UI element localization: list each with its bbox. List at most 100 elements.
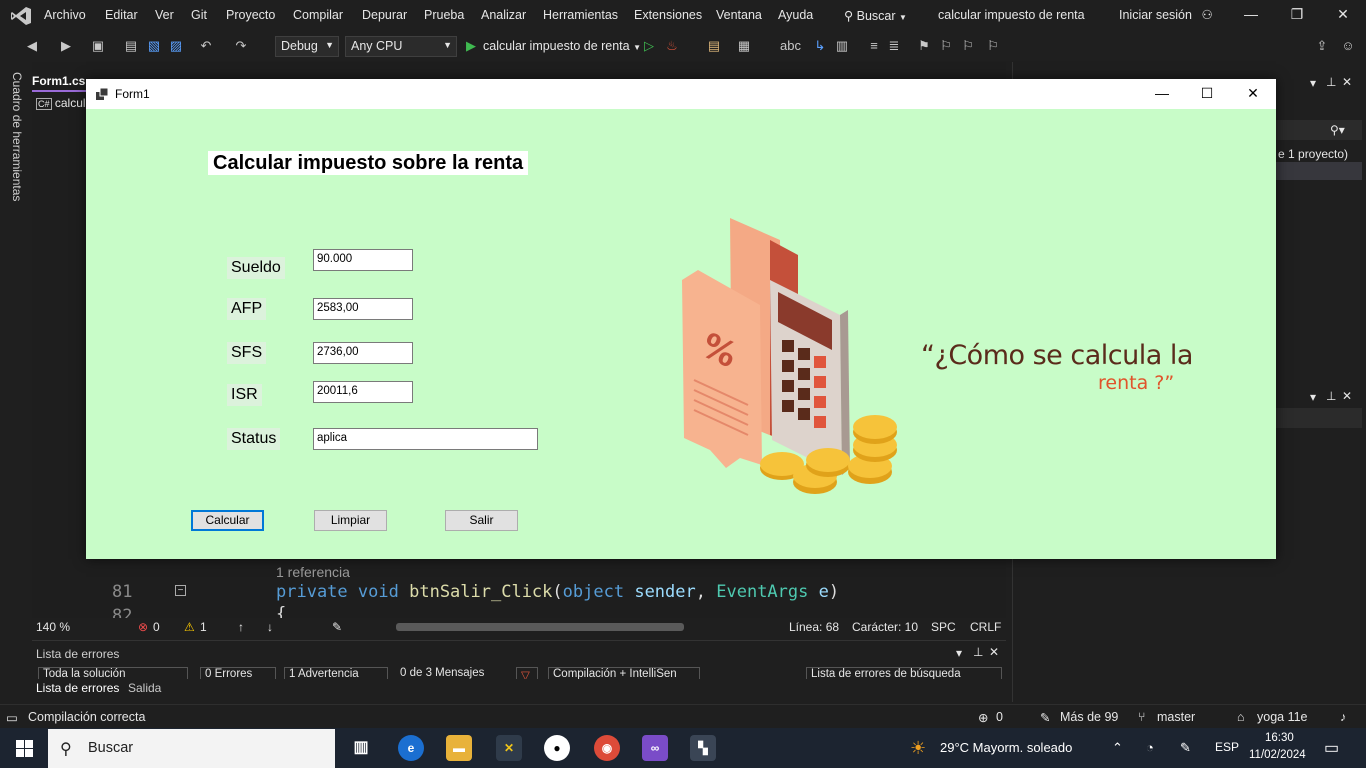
notifications-icon[interactable]: ▭ bbox=[1324, 738, 1339, 758]
start-debug-icon[interactable]: ▶ bbox=[463, 38, 479, 54]
char-indicator[interactable]: Carácter: 10 bbox=[852, 620, 918, 634]
visual-studio-icon[interactable]: ∞ bbox=[642, 735, 668, 761]
collapse-toggle[interactable]: − bbox=[175, 585, 186, 596]
menu-extensiones[interactable]: Extensiones bbox=[634, 8, 702, 22]
chrome-icon[interactable]: ◉ bbox=[594, 735, 620, 761]
save-icon[interactable]: ▧ bbox=[146, 38, 162, 54]
more-changes[interactable]: Más de 99 bbox=[1060, 710, 1118, 724]
pen-icon[interactable]: ✎ bbox=[1180, 740, 1191, 756]
file-explorer-icon[interactable]: ▬ bbox=[446, 735, 472, 761]
close-icon[interactable]: ✕ bbox=[1243, 83, 1263, 103]
menu-analizar[interactable]: Analizar bbox=[481, 8, 526, 22]
codelens-references[interactable]: 1 referencia bbox=[276, 564, 350, 580]
changes-icon[interactable]: ⊕ bbox=[978, 710, 988, 725]
properties-dropdown[interactable] bbox=[1276, 408, 1362, 428]
notification-bell-icon[interactable]: ♪ bbox=[1340, 710, 1346, 724]
config-dropdown[interactable]: Debug ▼ bbox=[275, 36, 339, 57]
warning-icon[interactable]: ⚠ bbox=[184, 620, 195, 634]
spellcheck-icon[interactable]: abc bbox=[780, 38, 801, 54]
clipboard-icon[interactable]: ▥ bbox=[834, 38, 850, 54]
error-search-input[interactable]: Lista de errores de búsqueda bbox=[806, 667, 1002, 679]
clock-date[interactable]: 11/02/2024 bbox=[1249, 749, 1306, 761]
solution-node[interactable]: e 1 proyecto) bbox=[1278, 147, 1348, 161]
menu-prueba[interactable]: Prueba bbox=[424, 8, 464, 22]
errors-filter-button[interactable]: 0 Errores bbox=[200, 667, 276, 679]
build-filter-dropdown[interactable]: Compilación + IntelliSen bbox=[548, 667, 700, 679]
menu-ayuda[interactable]: Ayuda bbox=[778, 8, 813, 22]
solution-explorer-icon[interactable]: ▤ bbox=[706, 38, 722, 54]
indent-icon[interactable]: ≡ bbox=[866, 38, 882, 54]
menu-proyecto[interactable]: Proyecto bbox=[226, 8, 275, 22]
branch-icon[interactable]: ⑂ bbox=[1138, 710, 1146, 724]
repo-name[interactable]: yoga 11e bbox=[1257, 710, 1308, 724]
pin-icon[interactable]: ⊥ bbox=[1326, 75, 1336, 89]
changes-count[interactable]: 0 bbox=[996, 710, 1003, 724]
menu-herramientas[interactable]: Herramientas bbox=[543, 8, 618, 22]
github-icon[interactable]: ● bbox=[544, 735, 570, 761]
form-app-icon[interactable]: ▚ bbox=[690, 735, 716, 761]
tab-error-list[interactable]: Lista de errores bbox=[36, 681, 119, 695]
step-icon[interactable]: ↳ bbox=[812, 38, 828, 54]
hot-reload-icon[interactable]: ♨ bbox=[664, 38, 680, 54]
calcular-button[interactable]: Calcular bbox=[191, 510, 264, 531]
menu-depurar[interactable]: Depurar bbox=[362, 8, 407, 22]
bookmark-next-icon[interactable]: ⚐ bbox=[960, 38, 976, 54]
forward-icon[interactable]: ▶ bbox=[58, 38, 74, 54]
new-project-icon[interactable]: ▣ bbox=[90, 38, 106, 54]
line-indicator[interactable]: Línea: 68 bbox=[789, 620, 839, 634]
limpiar-button[interactable]: Limpiar bbox=[314, 510, 387, 531]
selected-node[interactable] bbox=[1276, 162, 1362, 180]
menu-archivo[interactable]: Archivo bbox=[44, 8, 86, 22]
weather-text[interactable]: 29°C Mayorm. soleado bbox=[940, 740, 1072, 755]
minimize-icon[interactable]: — bbox=[1152, 83, 1172, 103]
xampp-icon[interactable]: ✕ bbox=[496, 735, 522, 761]
messages-filter-button[interactable]: 0 de 3 Mensajes bbox=[396, 667, 506, 679]
chevron-down-icon[interactable]: ▾ bbox=[956, 646, 962, 660]
language-indicator[interactable]: ESP bbox=[1215, 740, 1239, 754]
line-ending-indicator[interactable]: CRLF bbox=[970, 620, 1001, 634]
save-all-icon[interactable]: ▨ bbox=[168, 38, 184, 54]
bookmark-prev-icon[interactable]: ⚐ bbox=[938, 38, 954, 54]
search-button[interactable]: ⚲ Buscar ▼ bbox=[844, 8, 907, 23]
windows-start-icon[interactable] bbox=[16, 740, 33, 757]
menu-ver[interactable]: Ver bbox=[155, 8, 174, 22]
repo-icon[interactable]: ⌂ bbox=[1237, 710, 1245, 724]
chevron-down-icon[interactable]: ▾ bbox=[1310, 390, 1316, 404]
maximize-icon[interactable]: ❐ bbox=[1287, 6, 1307, 26]
menu-git[interactable]: Git bbox=[191, 8, 207, 22]
platform-dropdown[interactable]: Any CPU ▼ bbox=[345, 36, 457, 57]
pin-icon[interactable]: ⊥ bbox=[973, 645, 983, 659]
code-line[interactable]: { bbox=[276, 604, 286, 618]
outdent-icon[interactable]: ≣ bbox=[886, 38, 902, 54]
filter-icon[interactable]: ▽ bbox=[516, 667, 538, 679]
pin-icon[interactable]: ⊥ bbox=[1326, 389, 1336, 403]
brush-icon[interactable]: ✎ bbox=[332, 620, 342, 634]
error-icon[interactable]: ⊗ bbox=[138, 620, 148, 634]
sfs-input[interactable]: 2736,00 bbox=[313, 342, 413, 364]
pencil-icon[interactable]: ✎ bbox=[1040, 710, 1050, 725]
solution-search-input[interactable] bbox=[1276, 120, 1362, 140]
share-icon[interactable]: ⇪ bbox=[1314, 38, 1330, 54]
warnings-filter-button[interactable]: 1 Advertencia bbox=[284, 667, 388, 679]
wifi-icon[interactable]: ◔ bbox=[1146, 740, 1154, 755]
clock-time[interactable]: 16:30 bbox=[1265, 732, 1294, 744]
menu-editar[interactable]: Editar bbox=[105, 8, 138, 22]
bookmark-icon[interactable]: ⚑ bbox=[916, 38, 932, 54]
layout-icon[interactable]: ▦ bbox=[736, 38, 752, 54]
tab-output[interactable]: Salida bbox=[128, 681, 161, 695]
bookmark-clear-icon[interactable]: ⚐ bbox=[985, 38, 1001, 54]
maximize-icon[interactable]: ☐ bbox=[1197, 83, 1217, 103]
run-target-button[interactable]: calcular impuesto de renta ▼ bbox=[483, 39, 641, 53]
salir-button[interactable]: Salir bbox=[445, 510, 518, 531]
menu-ventana[interactable]: Ventana bbox=[716, 8, 762, 22]
close-icon[interactable]: ✕ bbox=[989, 645, 999, 659]
close-icon[interactable]: ✕ bbox=[1342, 75, 1352, 89]
close-icon[interactable]: ✕ bbox=[1342, 389, 1352, 403]
feedback-icon[interactable]: ☺ bbox=[1340, 38, 1356, 54]
undo-icon[interactable]: ↶ bbox=[198, 38, 214, 54]
form1-titlebar[interactable] bbox=[86, 79, 1276, 109]
sueldo-input[interactable]: 90.000 bbox=[313, 249, 413, 271]
chevron-down-icon[interactable]: ▾ bbox=[1310, 76, 1316, 90]
open-folder-icon[interactable]: ▤ bbox=[123, 38, 139, 54]
edge-icon[interactable]: e bbox=[398, 735, 424, 761]
